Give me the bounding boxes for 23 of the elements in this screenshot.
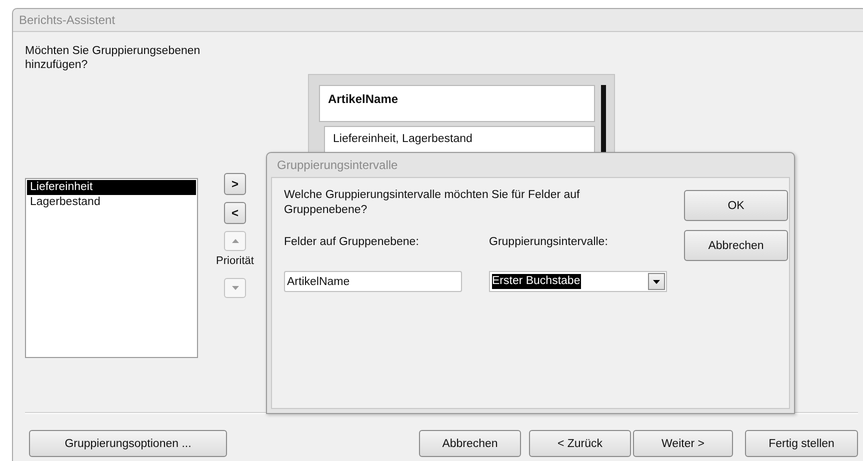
group-header-preview: ArtikelName [319, 85, 595, 122]
cancel-button[interactable]: Abbrechen [419, 430, 521, 457]
move-button[interactable]: < [224, 202, 246, 224]
priority-label: Priorität [216, 255, 254, 267]
interval-dropdown[interactable]: Erster Buchstabe [489, 271, 667, 292]
next-button[interactable]: Weiter > [633, 430, 733, 457]
fields-label: Felder auf Gruppenebene: [284, 236, 420, 248]
window-title: Berichts-Assistent [18, 12, 116, 29]
back-button[interactable]: < Zurück [529, 430, 631, 457]
up-arrow-icon [232, 238, 238, 244]
ok-button[interactable]: OK [684, 190, 788, 221]
grouping-options-button[interactable]: Gruppierungsoptionen ... [29, 430, 227, 457]
list-item[interactable]: Liefereinheit [27, 180, 196, 195]
dropdown-caret-icon[interactable] [648, 273, 665, 290]
finish-button[interactable]: Fertig stellen [745, 430, 858, 457]
list-item[interactable]: Lagerbestand [27, 195, 196, 210]
question-text: Möchten Sie Gruppierungsebenen hinzufügen? [25, 44, 202, 72]
intervals-label: Gruppierungsintervalle: [489, 236, 608, 248]
move-button[interactable]: > [224, 173, 246, 195]
field-list[interactable]: Liefereinheit Lagerbestand [25, 178, 198, 358]
down-arrow-icon [232, 285, 238, 291]
group-field[interactable]: ArtikelName [284, 271, 462, 292]
cancel-button[interactable]: Abbrechen [684, 230, 788, 261]
